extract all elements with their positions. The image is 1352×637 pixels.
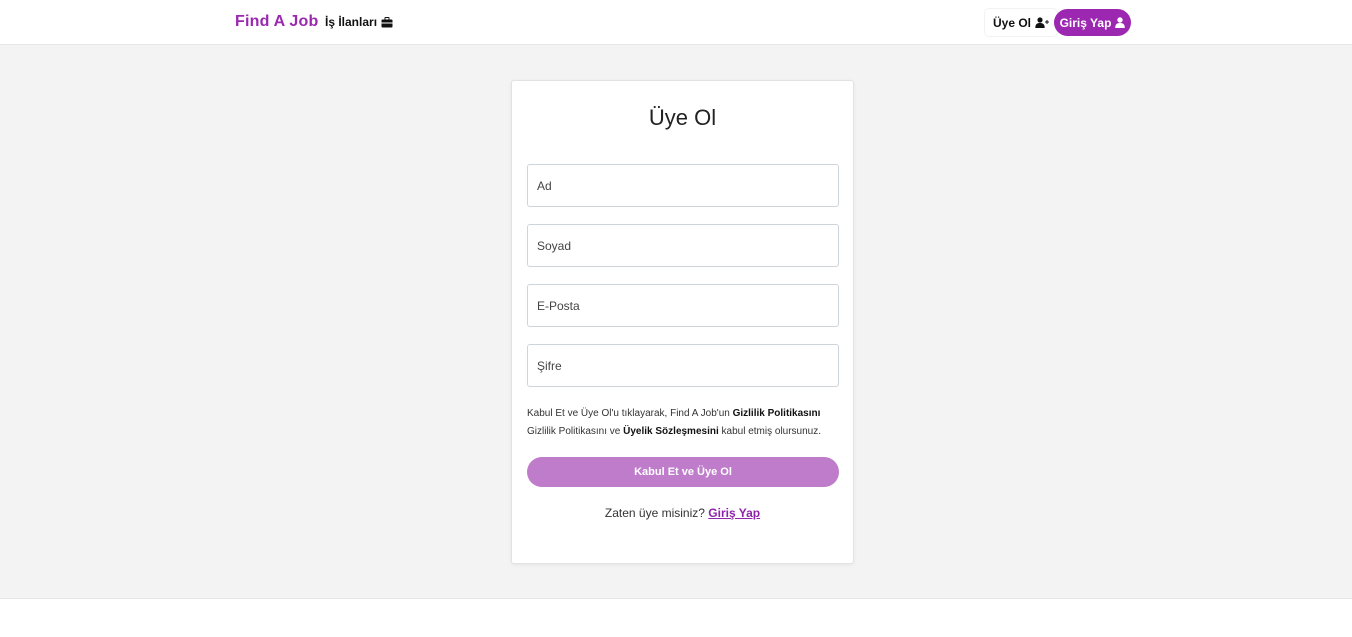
user-icon <box>1115 17 1126 28</box>
already-member-line: Zaten üye misiniz? Giriş Yap <box>512 506 853 520</box>
register-button-label: Üye Ol <box>993 15 1032 30</box>
login-button[interactable]: Giriş Yap <box>1054 9 1131 36</box>
privacy-policy-text: Gizlilik Politikasını <box>732 408 821 419</box>
terms-middle: Gizlilik Politikasını ve <box>527 426 624 437</box>
user-plus-icon <box>1035 17 1050 28</box>
password-input[interactable] <box>527 344 839 387</box>
already-member-prompt: Zaten üye misiniz? <box>604 506 705 520</box>
first-name-input[interactable] <box>527 164 839 207</box>
terms-suffix: kabul etmiş olursunuz. <box>718 426 822 437</box>
page-title: Üye Ol <box>648 105 717 130</box>
page-footer <box>0 598 1352 637</box>
top-navbar: Find A Job İş İlanları Üye Ol Giriş Yap <box>0 0 1352 45</box>
brand-logo-link[interactable]: Find A Job <box>235 13 318 31</box>
briefcase-icon <box>381 16 393 27</box>
login-link[interactable]: Giriş Yap <box>708 506 760 520</box>
email-input[interactable] <box>527 284 839 327</box>
terms-prefix: Kabul Et ve Üye Ol'u tıklayarak, Find A … <box>527 408 733 419</box>
nav-job-listings-label: İş İlanları <box>325 15 378 29</box>
register-card: Üye Ol Kabul Et ve Üye Ol'u tıklayarak, … <box>511 80 854 564</box>
membership-agreement-text: Üyelik Sözleşmesini <box>623 426 719 437</box>
terms-text: Kabul Et ve Üye Ol'u tıklayarak, Find A … <box>527 405 842 441</box>
register-button[interactable]: Üye Ol <box>985 9 1058 36</box>
last-name-input[interactable] <box>527 224 839 267</box>
accept-and-register-button[interactable]: Kabul Et ve Üye Ol <box>527 457 839 487</box>
nav-job-listings-link[interactable]: İş İlanları <box>325 15 393 29</box>
login-button-label: Giriş Yap <box>1059 15 1112 30</box>
